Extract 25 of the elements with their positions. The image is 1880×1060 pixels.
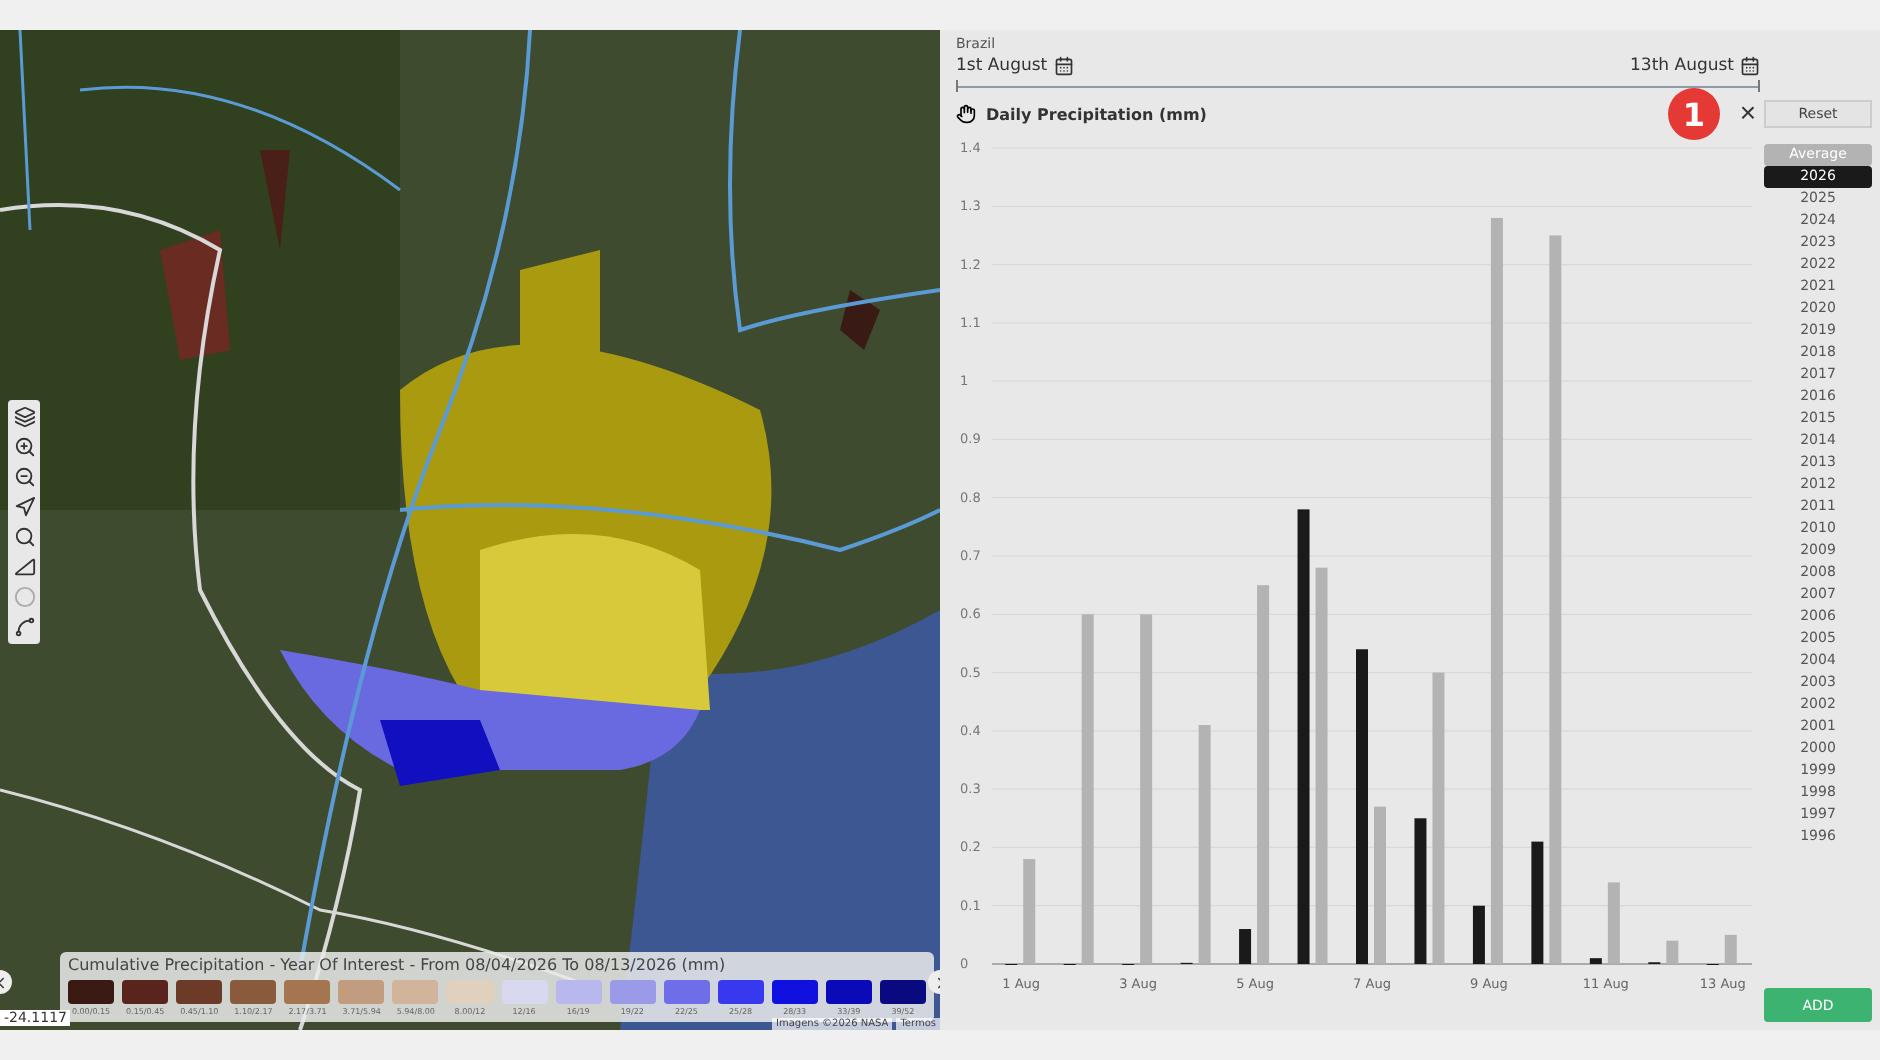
hand-icon[interactable] [956,104,976,124]
layers-icon[interactable] [13,406,35,428]
bar [1589,958,1602,964]
date-range-track[interactable] [956,80,1760,92]
bar [1724,934,1737,964]
bar [1239,929,1252,964]
bar [1023,859,1036,964]
search-icon[interactable] [13,526,35,548]
calendar-icon[interactable] [1053,56,1074,76]
cursor-arrow-icon[interactable] [13,496,35,518]
squiggle-icon[interactable] [13,616,35,638]
start-date[interactable]: 1st August [956,56,1074,76]
bar [1607,882,1620,964]
legend-title: Cumulative Precipitation - Year Of Interest - From 08/04/2026 To 08/13/2026 (mm) [68,956,728,974]
zoom-out-icon[interactable] [13,466,35,488]
bar [1666,940,1679,964]
triangle-ruler-icon[interactable] [13,556,35,578]
chart-title: Daily Precipitation (mm) [986,105,1207,123]
bar [1472,905,1485,964]
zoom-in-icon[interactable] [13,436,35,458]
step-badge: 1 [1668,88,1720,140]
bar [1531,841,1544,964]
close-button[interactable]: × [1739,100,1756,124]
calendar-icon[interactable] [1740,56,1760,76]
end-date[interactable]: 13th August [1630,56,1760,76]
